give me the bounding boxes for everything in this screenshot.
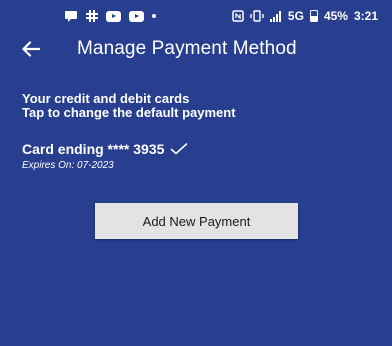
back-button[interactable] (18, 36, 44, 62)
youtube-icon-2 (129, 10, 144, 22)
message-icon (64, 10, 78, 22)
battery-percent: 45% (323, 9, 348, 23)
cards-heading: Your credit and debit cards (22, 91, 190, 106)
clock: 3:21 (353, 9, 378, 23)
cards-instruction: Tap to change the default payment (22, 105, 236, 120)
card-label: Card ending **** 3935 (22, 141, 165, 157)
signal-icon (269, 10, 282, 22)
notification-icons (64, 10, 156, 22)
system-icons: 5G 45% 3:21 (232, 9, 378, 23)
vibrate-icon (250, 10, 264, 22)
card-expiry: Expires On: 07-2023 (22, 160, 114, 171)
checkmark-icon (171, 143, 188, 155)
nfc-icon (232, 10, 244, 22)
payment-screen: 5G 45% 3:21 Manage Payment Method Your c… (0, 0, 392, 346)
status-bar: 5G 45% 3:21 (0, 0, 392, 32)
app-bar: Manage Payment Method (0, 32, 392, 66)
cards-description: Your credit and debit cards Tap to chang… (22, 92, 236, 120)
arrow-left-icon (22, 41, 40, 57)
page-title: Manage Payment Method (77, 38, 297, 59)
payment-card-item[interactable]: Card ending **** 3935 Expires On: 07-202… (22, 141, 188, 171)
battery-icon (309, 10, 318, 22)
add-new-payment-button[interactable]: Add New Payment (95, 203, 298, 239)
network-type: 5G (287, 9, 304, 23)
youtube-icon (106, 10, 121, 22)
slack-icon (86, 10, 98, 22)
more-notifications-icon (152, 14, 156, 18)
